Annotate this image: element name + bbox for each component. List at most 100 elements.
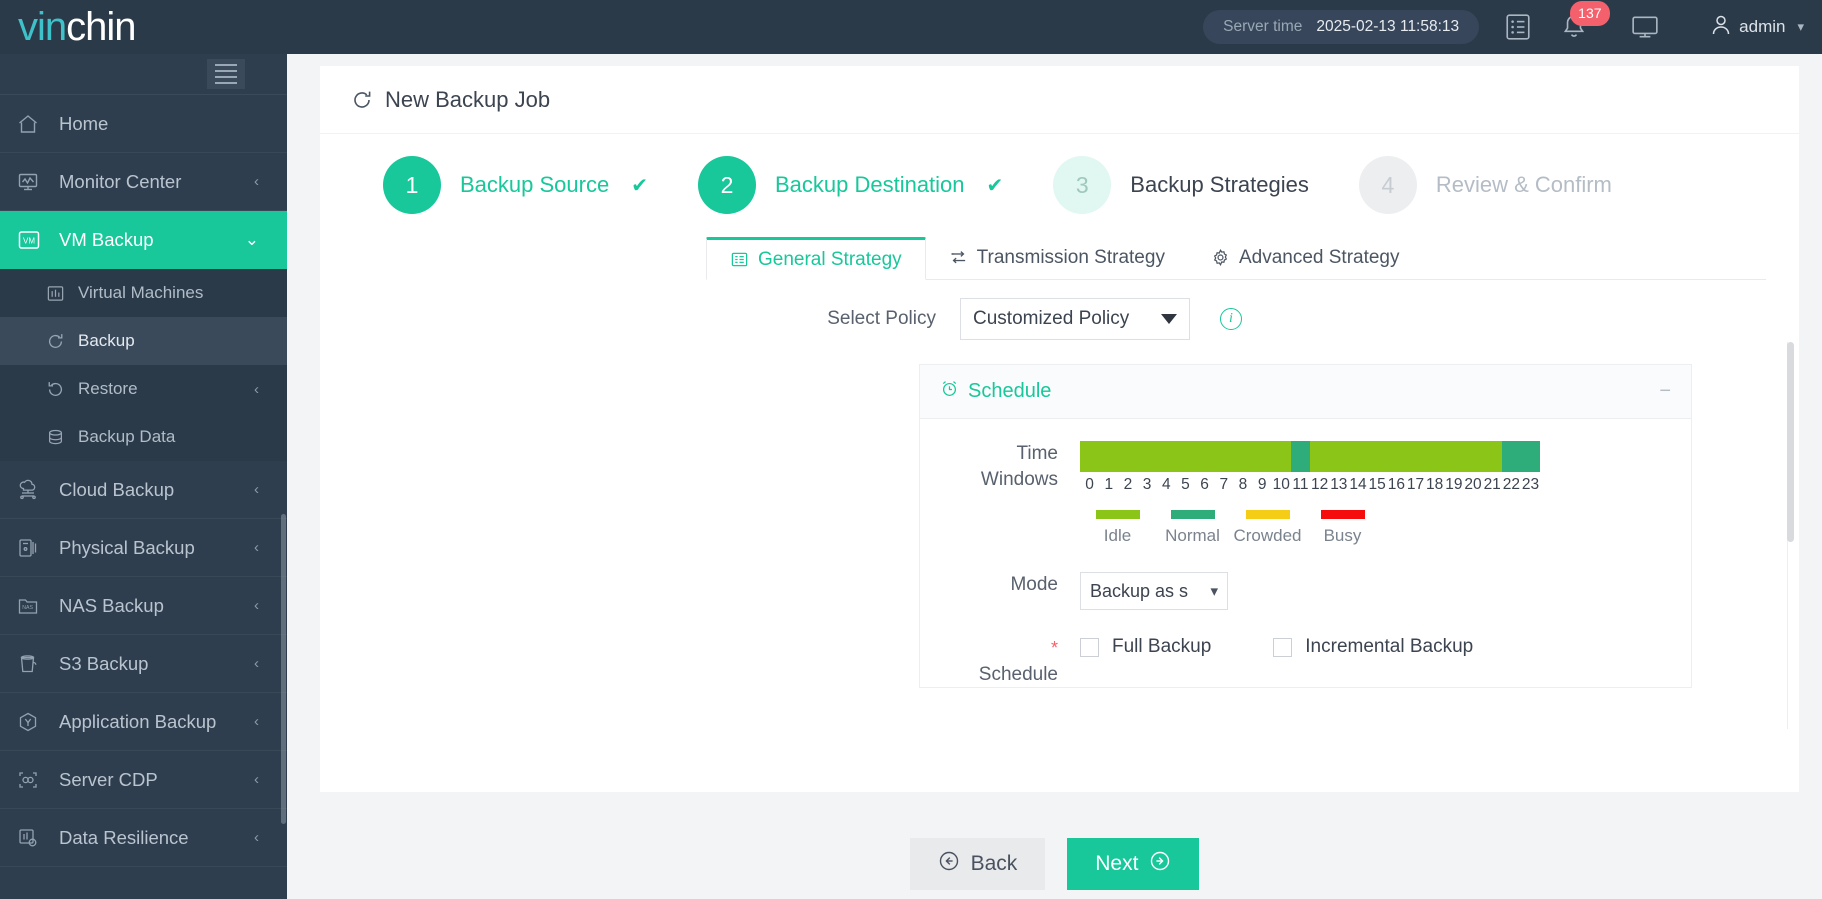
refresh-icon [351, 89, 373, 111]
sidebar-scrollbar[interactable] [281, 514, 286, 824]
sidebar-item-home[interactable]: Home [0, 95, 287, 153]
sidebar-item-backup[interactable]: Backup [0, 317, 287, 365]
time-window-hour-label: 0 [1085, 476, 1094, 493]
sidebar-item-application-backup[interactable]: Application Backup ‹ [0, 693, 287, 751]
time-window-segment[interactable] [1233, 441, 1253, 472]
time-windows-label-line2: Windows [980, 468, 1058, 490]
time-window-segment[interactable] [1463, 441, 1483, 472]
time-window-segment[interactable] [1425, 441, 1445, 472]
check-icon: ✔ [631, 174, 648, 197]
svg-text:NAS: NAS [22, 605, 33, 611]
sidebar-item-s3-backup[interactable]: S3 Backup ‹ [0, 635, 287, 693]
sidebar-sublabel: Virtual Machines [78, 283, 204, 302]
tab-advanced-strategy[interactable]: Advanced Strategy [1188, 236, 1423, 279]
time-window-segment[interactable] [1214, 441, 1234, 472]
schedule-panel-title: Schedule [940, 379, 1051, 404]
sidebar-item-monitor-center[interactable]: Monitor Center ‹ [0, 153, 287, 211]
time-windows-hour-labels: 0 1 2 3 4 5 6 7 8 9 10 11 12 13 14 15 16 17 18 19 20 21 22 23 [1080, 476, 1540, 494]
incremental-backup-checkbox[interactable] [1273, 637, 1293, 657]
brand-logo[interactable]: vinchin [0, 7, 290, 47]
time-window-hour-label: 22 [1502, 476, 1520, 493]
new-backup-job-card: New Backup Job 1 Backup Source ✔ 2 Backu… [320, 66, 1799, 804]
content-scrollbar-thumb[interactable] [1787, 342, 1794, 542]
time-window-segment[interactable] [1520, 441, 1541, 472]
time-windows-bar[interactable] [1080, 441, 1541, 472]
step-review-confirm[interactable]: 4 Review & Confirm [1358, 156, 1612, 214]
list-icon[interactable] [1505, 13, 1531, 41]
time-window-segment[interactable] [1367, 441, 1387, 472]
legend-label: Busy [1323, 526, 1362, 545]
mode-row: Mode Backup as s ▾ [920, 572, 1691, 610]
time-window-hour-label: 20 [1464, 476, 1482, 493]
time-window-segment[interactable] [1271, 441, 1291, 472]
caret-down-icon [1161, 314, 1177, 324]
check-icon: ✔ [986, 174, 1004, 197]
time-window-segment[interactable] [1482, 441, 1502, 472]
sidebar-item-server-cdp[interactable]: Server CDP ‹ [0, 751, 287, 809]
time-window-segment[interactable] [1080, 441, 1100, 472]
step-backup-strategies[interactable]: 3 Backup Strategies [1053, 156, 1309, 214]
step-number: 2 [697, 156, 756, 214]
sidebar-label: Physical Backup [59, 536, 195, 558]
wizard-stepper: 1 Backup Source ✔ 2 Backup Destination ✔… [320, 134, 1799, 214]
time-window-hour-label: 2 [1123, 476, 1133, 493]
time-window-segment[interactable] [1156, 441, 1176, 472]
time-window-hour-label: 4 [1161, 476, 1171, 493]
sidebar-item-nas-backup[interactable]: NAS NAS Backup ‹ [0, 577, 287, 635]
minus-icon[interactable]: − [1659, 380, 1671, 403]
time-window-segment[interactable] [1290, 441, 1311, 472]
time-window-hour-label: 6 [1200, 476, 1209, 493]
backup-type-checkboxes: Full Backup Incremental Backup [1080, 636, 1473, 658]
sidebar-item-virtual-machines[interactable]: Virtual Machines [0, 269, 287, 317]
sidebar-item-data-resilience[interactable]: Data Resilience ‹ [0, 809, 287, 867]
sidebar-item-cloud-backup[interactable]: Cloud Backup ‹ [0, 461, 287, 519]
legend-label: Normal [1165, 526, 1220, 545]
time-window-segment[interactable] [1310, 441, 1330, 472]
time-window-segment[interactable] [1329, 441, 1349, 472]
svg-text:VM: VM [23, 236, 35, 245]
time-window-hour-label: 8 [1238, 476, 1248, 493]
back-button[interactable]: Back [909, 838, 1046, 890]
time-window-segment[interactable] [1195, 441, 1215, 472]
screen-icon[interactable] [1631, 14, 1659, 40]
hamburger-icon[interactable] [207, 59, 245, 89]
sidebar-item-physical-backup[interactable]: Physical Backup ‹ [0, 519, 287, 577]
sidebar-item-vm-backup[interactable]: VM VM Backup ⌄ [0, 211, 287, 269]
sidebar-item-restore[interactable]: Restore ‹ [0, 365, 287, 413]
time-window-hour-label: 15 [1368, 476, 1386, 493]
time-window-segment[interactable] [1444, 441, 1464, 472]
user-name: admin [1739, 17, 1786, 36]
notifications-bell[interactable]: 137 [1561, 1, 1610, 41]
time-window-segment[interactable] [1348, 441, 1368, 472]
home-icon [17, 113, 55, 135]
time-window-segment[interactable] [1137, 441, 1157, 472]
next-button[interactable]: Next [1067, 838, 1200, 890]
time-windows-chart[interactable]: 0 1 2 3 4 5 6 7 8 9 10 11 12 13 14 15 16 17 18 19 20 21 22 23 I… [1080, 441, 1541, 546]
time-window-segment[interactable] [1175, 441, 1196, 472]
legend-swatch [1245, 510, 1290, 519]
info-icon[interactable]: i [1220, 308, 1242, 330]
legend-item: Idle [1080, 510, 1155, 546]
time-window-hour-label: 19 [1445, 476, 1463, 493]
vm-icon: VM [17, 228, 55, 252]
time-window-hour-label: 11 [1292, 476, 1309, 493]
user-menu[interactable]: admin ▾ [1711, 14, 1804, 41]
time-window-segment[interactable] [1501, 441, 1521, 472]
tab-general-strategy[interactable]: General Strategy [706, 237, 926, 280]
bucket-icon [17, 653, 55, 675]
time-window-segment[interactable] [1252, 441, 1272, 472]
arrow-left-circle-icon [938, 850, 960, 878]
tab-transmission-strategy[interactable]: Transmission Strategy [926, 236, 1188, 279]
database-icon [46, 428, 78, 447]
step-backup-source[interactable]: 1 Backup Source ✔ [383, 156, 648, 214]
time-window-segment[interactable] [1118, 441, 1138, 472]
time-window-segment[interactable] [1405, 441, 1426, 472]
time-window-segment[interactable] [1386, 441, 1406, 472]
select-policy-dropdown[interactable]: Customized Policy [960, 298, 1190, 340]
mode-dropdown[interactable]: Backup as s ▾ [1080, 572, 1228, 610]
sidebar-item-backup-data[interactable]: Backup Data [0, 413, 287, 461]
time-window-segment[interactable] [1099, 441, 1119, 472]
full-backup-checkbox[interactable] [1080, 637, 1099, 657]
step-backup-destination[interactable]: 2 Backup Destination ✔ [697, 156, 1004, 214]
cdp-icon [17, 769, 55, 791]
